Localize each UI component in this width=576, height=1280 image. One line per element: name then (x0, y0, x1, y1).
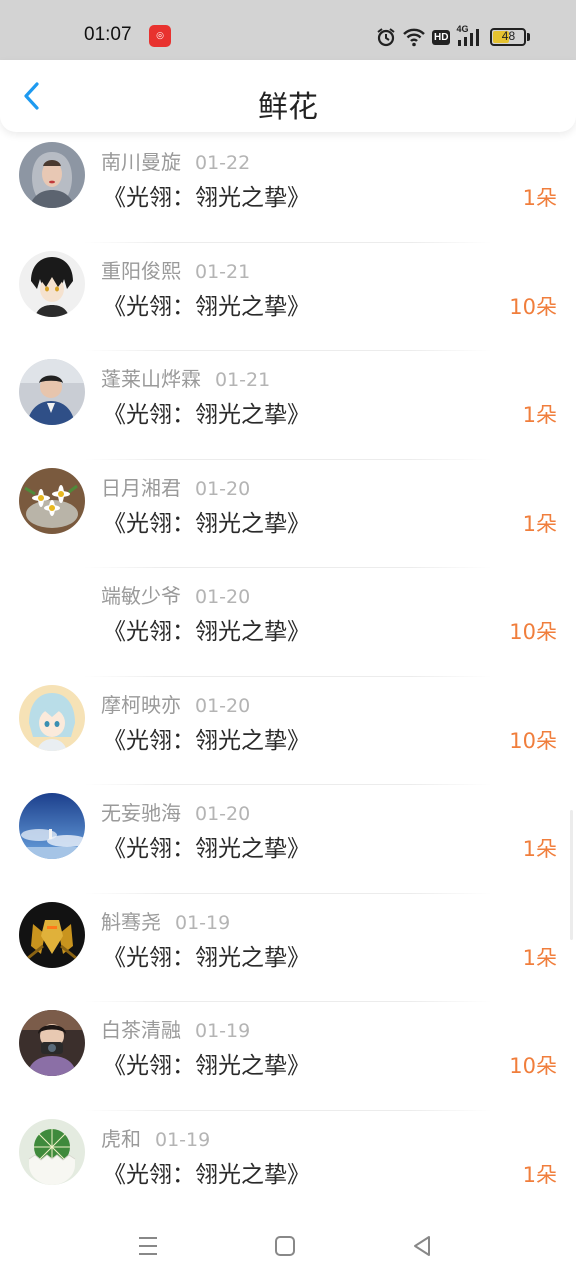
list-item[interactable]: 日月湘君 01-20 《光翎：翎光之挚》 1朵 (0, 460, 576, 568)
list-item[interactable]: 无妄驰海 01-20 《光翎：翎光之挚》 1朵 (0, 785, 576, 894)
record-date: 01-21 (215, 369, 271, 391)
flower-count: 10朵 (509, 620, 557, 644)
list-item[interactable]: 重阳俊熙 01-21 《光翎：翎光之挚》 10朵 (0, 243, 576, 351)
list-item[interactable]: 斛骞尧 01-19 《光翎：翎光之挚》 1朵 (0, 894, 576, 1002)
user-name[interactable]: 摩柯映亦 (101, 693, 181, 717)
user-name[interactable]: 无妄驰海 (101, 801, 181, 825)
home-square-icon (275, 1236, 295, 1256)
book-title[interactable]: 《光翎：翎光之挚》 (103, 504, 310, 538)
avatar[interactable] (19, 359, 85, 425)
record-date: 01-19 (175, 911, 231, 934)
avatar[interactable] (19, 576, 85, 642)
avatar[interactable] (19, 142, 85, 208)
list-item[interactable]: 白茶清融 01-19 《光翎：翎光之挚》 10朵 (0, 1002, 576, 1111)
red-app-notification-icon: ◎ (149, 25, 171, 47)
flower-count: 1朵 (522, 837, 557, 861)
avatar[interactable] (19, 684, 85, 751)
battery-icon: 48 (490, 28, 531, 46)
book-title[interactable]: 《光翎：翎光之挚》 (103, 612, 310, 646)
flower-record-list: 南川曼旋 01-22 《光翎：翎光之挚》 1朵 重阳俊熙 01-21 《光翎：翎光之挚》 10… (0, 134, 576, 1219)
record-date: 01-20 (195, 694, 251, 717)
flower-count: 10朵 (509, 1054, 557, 1078)
list-item[interactable]: 端敏少爷 01-20 《光翎：翎光之挚》 10朵 (0, 568, 576, 677)
back-triangle-icon (414, 1236, 430, 1256)
avatar[interactable] (19, 250, 85, 317)
hd-icon: HD (432, 29, 451, 45)
user-name[interactable]: 蓬莱山烨霖 (101, 367, 201, 391)
menu-button[interactable] (128, 1230, 168, 1262)
flower-count: 1朵 (522, 1162, 557, 1187)
list-item[interactable]: 摩柯映亦 01-20 《光翎：翎光之挚》 10朵 (0, 677, 576, 785)
avatar[interactable] (19, 1010, 85, 1076)
list-item[interactable]: 蓬莱山烨霖 01-21 《光翎：翎光之挚》 1朵 (0, 351, 576, 460)
user-name[interactable]: 南川曼旋 (101, 150, 181, 174)
record-date: 01-20 (195, 586, 251, 608)
flower-count: 10朵 (509, 294, 557, 319)
home-button[interactable] (265, 1230, 305, 1262)
scrollbar[interactable] (570, 810, 573, 940)
user-name[interactable]: 白茶清融 (101, 1018, 181, 1042)
book-title[interactable]: 《光翎：翎光之挚》 (103, 721, 310, 755)
avatar[interactable] (19, 467, 85, 534)
flower-count: 1朵 (522, 945, 557, 970)
back-nav-button[interactable] (402, 1230, 442, 1262)
flower-count: 1朵 (522, 511, 557, 536)
flower-count: 1朵 (522, 186, 557, 210)
user-name[interactable]: 日月湘君 (101, 476, 181, 500)
book-title[interactable]: 《光翎：翎光之挚》 (103, 395, 310, 429)
record-date: 01-20 (195, 477, 251, 500)
list-item[interactable]: 南川曼旋 01-22 《光翎：翎光之挚》 1朵 (0, 134, 576, 243)
record-date: 01-21 (195, 260, 251, 283)
flower-count: 1朵 (522, 403, 557, 427)
avatar[interactable] (19, 901, 85, 968)
book-title[interactable]: 《光翎：翎光之挚》 (103, 1046, 310, 1080)
record-date: 01-19 (155, 1128, 211, 1151)
user-name[interactable]: 斛骞尧 (101, 910, 161, 934)
book-title[interactable]: 《光翎：翎光之挚》 (103, 178, 310, 212)
record-date: 01-22 (195, 152, 251, 174)
header: 鲜花 (0, 60, 576, 132)
book-title[interactable]: 《光翎：翎光之挚》 (103, 829, 310, 863)
system-nav-bar (0, 1212, 576, 1280)
menu-icon (139, 1237, 157, 1255)
status-time: 01:07 (84, 24, 132, 45)
record-date: 01-20 (195, 803, 251, 825)
avatar[interactable] (19, 1118, 85, 1185)
status-icons: HD 4G 48 (376, 24, 531, 50)
book-title[interactable]: 《光翎：翎光之挚》 (103, 287, 310, 321)
book-title[interactable]: 《光翎：翎光之挚》 (103, 1155, 310, 1189)
list-item[interactable]: 虎和 01-19 《光翎：翎光之挚》 1朵 (0, 1111, 576, 1219)
page-title: 鲜花 (258, 90, 318, 125)
wifi-icon (402, 27, 426, 47)
user-name[interactable]: 虎和 (101, 1127, 141, 1151)
flower-count: 10朵 (509, 728, 557, 753)
user-name[interactable]: 端敏少爷 (101, 584, 181, 608)
alarm-icon (376, 27, 396, 47)
status-bar: 01:07 ◎ HD 4G 48 (0, 0, 576, 60)
4g-signal-icon: 4G (456, 24, 484, 48)
record-date: 01-19 (195, 1020, 251, 1042)
avatar[interactable] (19, 793, 85, 859)
user-name[interactable]: 重阳俊熙 (101, 259, 181, 283)
book-title[interactable]: 《光翎：翎光之挚》 (103, 938, 310, 972)
